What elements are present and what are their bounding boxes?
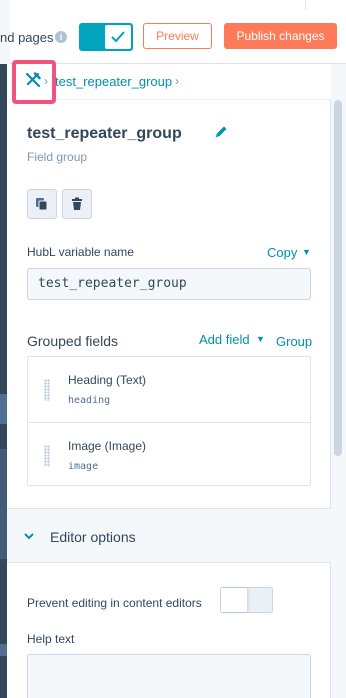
tools-icon[interactable] [25,72,41,88]
prevent-editing-toggle[interactable] [220,587,273,613]
hubl-variable-field[interactable]: test_repeater_group [27,268,311,300]
group-link[interactable]: Group [276,334,312,349]
rail-segment [0,449,7,559]
editor-options-header[interactable]: Editor options [7,508,331,563]
pages-label: nd pages [0,30,54,45]
toggle-knob [105,25,131,49]
preview-button[interactable]: Preview [143,23,212,49]
left-rail [0,64,7,698]
field-variable: image [68,461,99,472]
clone-button[interactable] [27,189,57,219]
pencil-icon[interactable] [213,124,229,140]
hubl-variable-label: HubL variable name [27,245,134,259]
check-icon [111,31,125,43]
editor-options-label: Editor options [50,529,136,545]
delete-button[interactable] [62,189,92,219]
field-group-title: test_repeater_group [27,125,182,142]
top-toolbar: nd pages i Preview Publish changes [0,0,346,64]
publish-changes-button[interactable]: Publish changes [224,23,337,49]
publish-toggle[interactable] [79,23,133,51]
trash-icon [72,197,82,210]
panel-scrollbar[interactable] [334,100,342,456]
field-name: Image (Image) [68,439,147,453]
caret-down-icon[interactable]: ▼ [256,334,265,344]
toggle-knob [221,588,247,612]
field-variable: heading [68,395,111,406]
breadcrumb: › test_repeater_group › [7,60,331,104]
caret-down-icon[interactable]: ▼ [302,247,311,257]
field-group-subtitle: Field group [27,150,88,164]
prevent-editing-label: Prevent editing in content editors [27,596,202,610]
list-item[interactable]: Heading (Text) heading [28,357,310,421]
help-text-field[interactable] [27,654,311,698]
rail-segment [0,644,7,656]
toolbar-divider [305,0,306,10]
field-settings-panel: › test_repeater_group › test_repeater_gr… [7,60,331,698]
add-field-dropdown[interactable]: Add field [199,332,250,347]
tools-button-highlight[interactable] [12,60,56,104]
rail-segment [0,394,7,424]
list-item[interactable]: Image (Image) image [28,422,310,486]
breadcrumb-current-link[interactable]: test_repeater_group [55,74,172,89]
chevron-right-icon: › [175,74,179,88]
chevron-right-icon: › [44,74,48,88]
help-text-label: Help text [27,632,75,646]
right-gutter [331,456,346,698]
drag-handle-icon[interactable] [44,379,50,401]
copy-dropdown[interactable]: Copy [267,245,297,260]
drag-handle-icon[interactable] [44,445,50,467]
grouped-fields-list: Heading (Text) heading Image (Image) ima… [27,356,311,486]
grouped-fields-label: Grouped fields [27,333,119,349]
clone-icon [36,198,48,211]
chevron-down-icon [24,533,34,540]
info-icon[interactable]: i [55,31,67,43]
field-name: Heading (Text) [68,373,147,387]
